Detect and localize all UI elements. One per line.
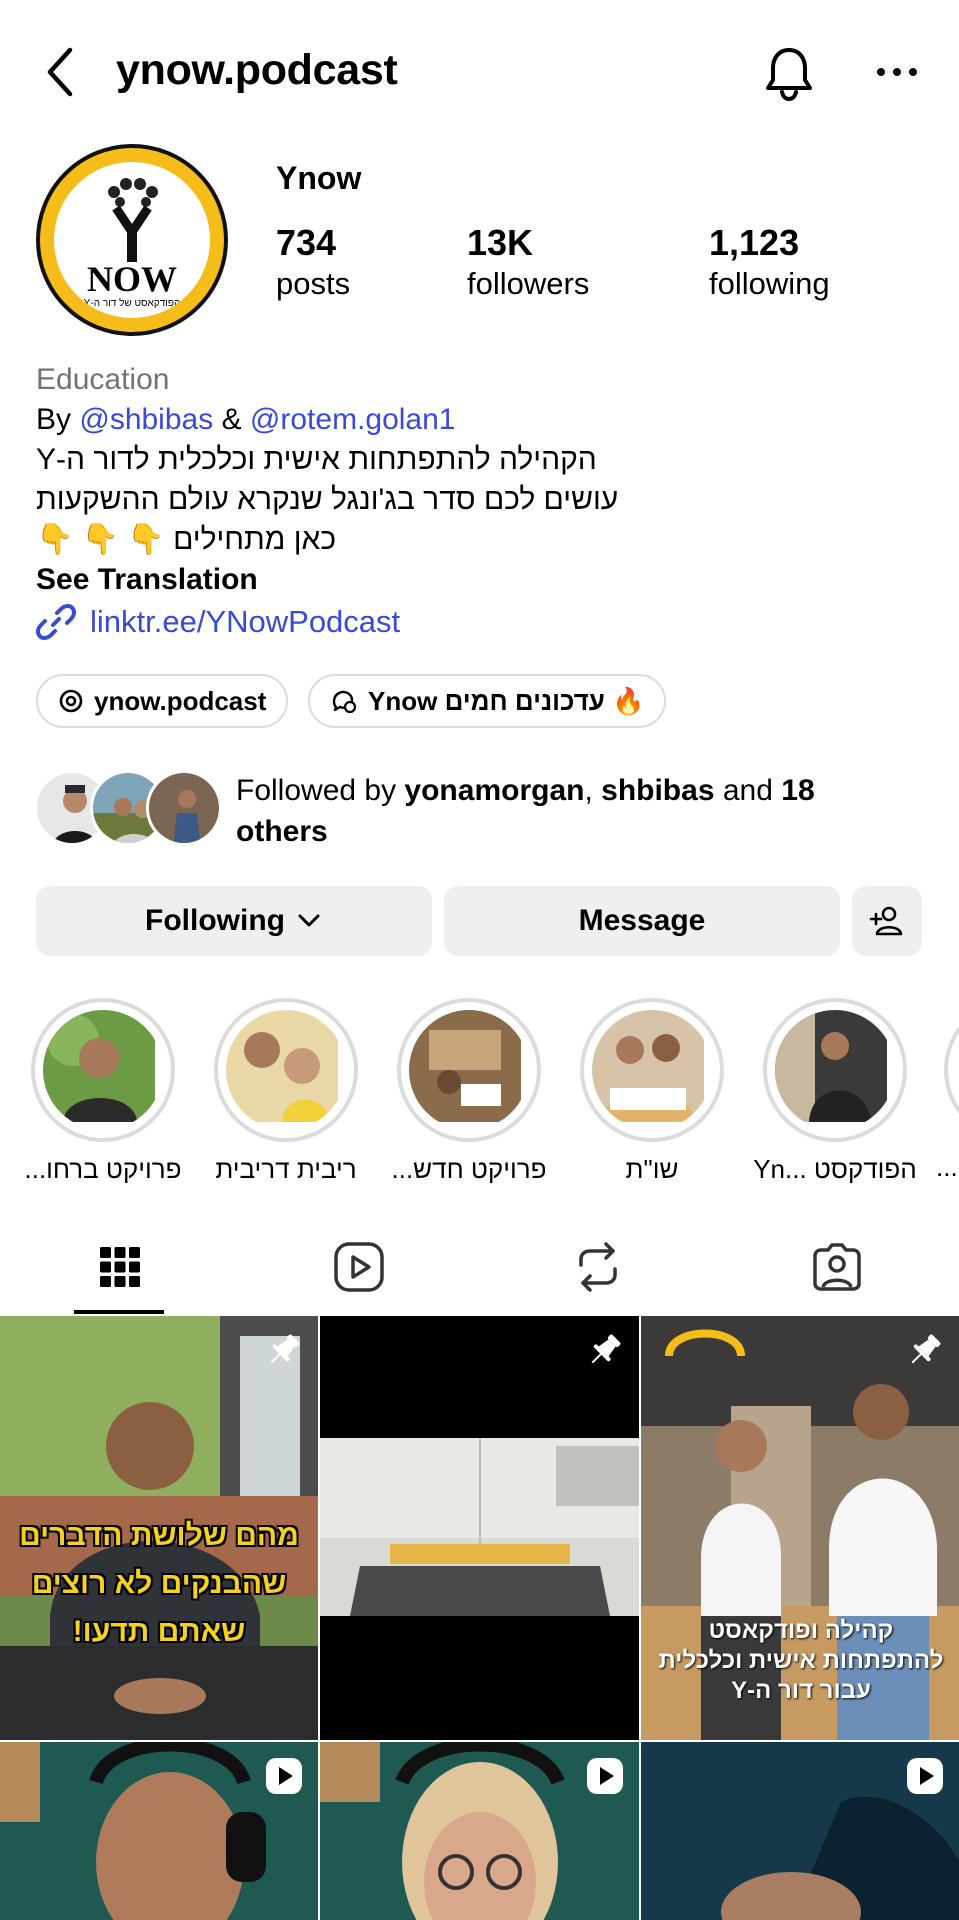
tab-tagged[interactable] — [717, 1220, 956, 1314]
pin-icon — [270, 1334, 300, 1364]
bio-link-text: linktr.ee/YNowPodcast — [90, 604, 401, 639]
post-tile[interactable] — [320, 1316, 639, 1740]
channel-icon — [332, 690, 357, 714]
stat-followers[interactable]: 13K followers — [467, 222, 589, 302]
followed-by[interactable]: Followed by yonamorgan, shbibas and 18 o… — [34, 770, 934, 850]
bio-category: Education — [36, 363, 170, 396]
tagged-icon — [812, 1243, 861, 1291]
story-highlight[interactable] — [944, 998, 959, 1142]
bio-amp: & — [221, 403, 242, 436]
post-caption-overlay: קהילה ופודקאסט להתפתחות אישית וכלכלית עב… — [658, 1617, 944, 1704]
add-user-icon — [869, 906, 903, 936]
follower-name: shbibas — [601, 774, 715, 807]
followed-prefix: Followed by — [236, 774, 397, 807]
bio-line: הקהילה להתפתחות אישית וכלכלית לדור ה-Y — [36, 443, 597, 476]
highlight-label: ... — [936, 1152, 958, 1182]
following-button[interactable]: Following — [36, 886, 432, 956]
top-bar: ynow.podcast — [0, 0, 959, 140]
active-tab-indicator — [74, 1310, 164, 1314]
back-arrow-icon[interactable] — [40, 42, 84, 102]
highlight-cover — [43, 1010, 163, 1130]
post-image — [320, 1316, 639, 1740]
message-button[interactable]: Message — [444, 886, 840, 956]
highlight-label: פרויקט ברחו... — [24, 1154, 182, 1184]
followed-and: and — [722, 774, 773, 807]
highlight-cover — [226, 1010, 346, 1130]
reposts-icon — [578, 1242, 617, 1292]
profile-username: ynow.podcast — [116, 46, 398, 94]
tab-reels[interactable] — [239, 1220, 478, 1314]
reel-icon — [587, 1758, 623, 1794]
tab-reposts[interactable] — [478, 1220, 717, 1314]
bio-by-line: By @shbibas & @rotem.golan1 — [36, 400, 936, 440]
story-highlight[interactable]: הפודקסט ...Yn — [753, 998, 917, 1185]
threads-icon — [59, 689, 83, 713]
see-translation-button[interactable]: See Translation — [36, 560, 936, 600]
stat-label: followers — [467, 266, 590, 301]
post-tile[interactable]: מהם שלושת הדברים שהבנקים לא רוצים שאתם ת… — [0, 1316, 318, 1740]
stat-following[interactable]: 1,123 following — [709, 222, 830, 302]
bio: Education By @shbibas & @rotem.golan1 הק… — [36, 360, 936, 600]
post-grid: מהם שלושת הדברים שהבנקים לא רוצים שאתם ת… — [0, 1316, 959, 1920]
post-caption-overlay: מהם שלושת הדברים שהבנקים לא רוצים שאתם ת… — [19, 1519, 299, 1648]
post-tile[interactable]: קהילה ופודקאסט להתפתחות אישית וכלכלית עב… — [641, 1316, 959, 1740]
stat-value: 1,123 — [709, 222, 800, 263]
highlight-label: שו"ת — [625, 1154, 679, 1184]
highlight-label: ריבית דריבית — [215, 1154, 357, 1184]
link-icon — [36, 604, 76, 640]
profile-tabs — [0, 1220, 959, 1314]
grid-icon — [99, 1247, 140, 1287]
threads-chip[interactable]: ynow.podcast — [36, 674, 289, 728]
story-highlight[interactable]: ריבית דריבית — [214, 998, 358, 1185]
chip-label: ynow.podcast — [94, 685, 267, 716]
more-options-icon[interactable] — [872, 52, 922, 92]
chevron-down-icon — [298, 914, 320, 927]
chip-label: Ynow עדכונים חמים 🔥 — [368, 685, 645, 716]
highlight-cover — [775, 1010, 895, 1130]
channel-chip[interactable]: Ynow עדכונים חמים 🔥 — [308, 674, 667, 728]
followed-by-text: Followed by yonamorgan, shbibas and 18 o… — [236, 770, 896, 852]
stat-value: 13K — [467, 222, 534, 263]
story-highlight[interactable]: שו"ת — [580, 998, 724, 1185]
pin-icon — [591, 1334, 621, 1364]
follower-avatar — [146, 770, 222, 846]
story-highlight[interactable]: פרויקט חדש... — [392, 998, 546, 1185]
post-tile[interactable] — [641, 1742, 959, 1920]
highlight-label: פרויקט חדש... — [391, 1154, 547, 1184]
stat-posts[interactable]: 734 posts — [276, 222, 350, 302]
bio-by-prefix: By — [36, 403, 72, 436]
bell-icon[interactable] — [762, 44, 816, 102]
add-user-button[interactable] — [852, 886, 922, 956]
message-button-label: Message — [578, 904, 706, 937]
followed-sep: , — [584, 774, 593, 807]
stat-label: following — [709, 266, 830, 301]
profile-avatar[interactable]: NOW הפודקאסט של דור ה-Y — [36, 144, 228, 336]
following-button-label: Following — [145, 904, 285, 937]
story-highlight[interactable]: פרויקט ברחו... — [25, 998, 182, 1185]
stat-value: 734 — [276, 222, 337, 263]
follower-name: yonamorgan — [404, 774, 585, 807]
post-tile[interactable] — [0, 1742, 318, 1920]
highlight-label: הפודקסט ...Yn — [753, 1154, 917, 1184]
followed-count: 18 — [781, 774, 815, 807]
display-name: Ynow — [276, 160, 362, 196]
mention-link[interactable]: @rotem.golan1 — [250, 403, 456, 436]
highlight-cover — [409, 1010, 529, 1130]
tab-grid[interactable] — [0, 1220, 239, 1314]
avatar-logo-subtext: הפודקאסט של דור ה-Y — [83, 298, 181, 309]
reel-icon — [907, 1758, 943, 1794]
bio-line: כאן מתחילים 👇 👇 👇 — [36, 523, 337, 556]
stat-label: posts — [276, 266, 351, 301]
reels-icon — [333, 1242, 384, 1292]
bio-link[interactable]: linktr.ee/YNowPodcast — [36, 602, 400, 642]
bio-line: עושים לכם סדר בג'ונגל שנקרא עולם ההשקעות — [36, 483, 619, 516]
followed-suffix: others — [236, 815, 328, 848]
post-tile[interactable] — [320, 1742, 639, 1920]
pin-icon — [911, 1334, 941, 1364]
avatar-logo-text: NOW — [87, 259, 177, 299]
reel-icon — [266, 1758, 302, 1794]
highlight-cover — [592, 1010, 712, 1130]
mention-link[interactable]: @shbibas — [79, 403, 213, 436]
